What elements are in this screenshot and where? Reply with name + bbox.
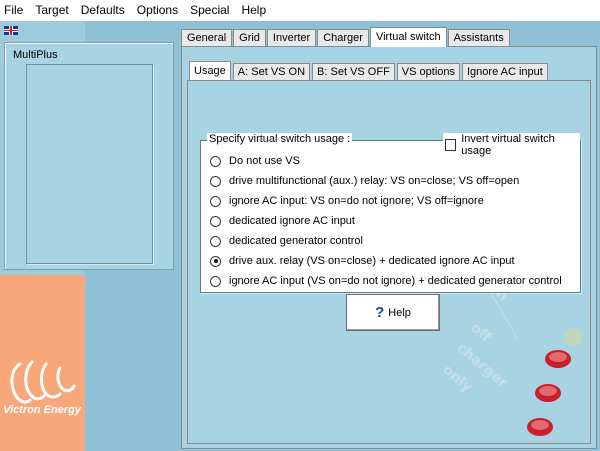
radio-button[interactable] xyxy=(210,275,221,287)
radio-label: dedicated generator control xyxy=(229,235,363,247)
device-name: MultiPlus xyxy=(13,49,58,61)
radio-button[interactable] xyxy=(210,155,221,167)
radio-label: Do not use VS xyxy=(229,155,300,167)
checkbox-box[interactable] xyxy=(445,139,457,151)
radio-ignore-ac-plus-generator[interactable]: ignore AC input (VS on=do not ignore) + … xyxy=(210,275,562,287)
brand-name: Victron Energy xyxy=(3,404,81,416)
question-icon: ? xyxy=(375,304,385,321)
menu-options[interactable]: Options xyxy=(131,0,184,21)
menu-special[interactable]: Special xyxy=(184,0,235,21)
radio-button[interactable] xyxy=(210,235,221,247)
group-title: Specify virtual switch usage : xyxy=(207,133,353,145)
radio-label: ignore AC input (VS on=do not ignore) + … xyxy=(229,275,562,287)
uk-flag-icon[interactable] xyxy=(4,26,18,35)
menu-bar: File Target Defaults Options Special Hel… xyxy=(0,0,600,21)
tab-inverter[interactable]: Inverter xyxy=(266,29,317,47)
radio-dedicated-generator-control[interactable]: dedicated generator control xyxy=(210,235,363,247)
radio-drive-multifunctional-relay[interactable]: drive multifunctional (aux.) relay: VS o… xyxy=(210,175,519,187)
virtual-switch-usage-group: Specify virtual switch usage : Invert vi… xyxy=(200,133,581,293)
radio-dedicated-ignore-ac-input[interactable]: dedicated ignore AC input xyxy=(210,215,355,227)
radio-label: dedicated ignore AC input xyxy=(229,215,355,227)
menu-defaults[interactable]: Defaults xyxy=(75,0,131,21)
tab-general[interactable]: General xyxy=(181,29,233,47)
invert-vs-usage-checkbox[interactable]: Invert virtual switch usage xyxy=(443,133,580,157)
main-tabs: General Grid Inverter Charger Virtual sw… xyxy=(181,27,511,47)
radio-aux-relay-plus-ignore-ac[interactable]: drive aux. relay (VS on=close) + dedicat… xyxy=(210,255,515,267)
subtab-ignore-ac-input[interactable]: Ignore AC input xyxy=(462,63,548,80)
tab-charger[interactable]: Charger xyxy=(317,29,369,47)
subtab-set-vs-on[interactable]: A: Set VS ON xyxy=(232,63,311,80)
menu-file[interactable]: File xyxy=(0,0,29,21)
bg-text-only: only xyxy=(439,362,475,396)
invert-label: Invert virtual switch usage xyxy=(461,133,555,157)
device-panel: MultiPlus xyxy=(4,42,174,270)
tab-assistants[interactable]: Assistants xyxy=(447,29,510,47)
menu-target[interactable]: Target xyxy=(29,0,74,21)
bg-text-off: off xyxy=(467,320,494,346)
subtab-set-vs-off[interactable]: B: Set VS OFF xyxy=(312,63,395,80)
tab-grid[interactable]: Grid xyxy=(233,29,266,47)
radio-label: drive multifunctional (aux.) relay: VS o… xyxy=(229,175,520,187)
help-label: Help xyxy=(388,306,411,319)
radio-button[interactable] xyxy=(210,175,221,187)
help-button[interactable]: ? Help xyxy=(346,294,440,331)
radio-label: ignore AC input: VS on=do not ignore; VS… xyxy=(229,195,484,207)
usage-panel: on off charger only Specify virtual swit… xyxy=(187,80,591,444)
virtual-switch-panel: Usage A: Set VS ON B: Set VS OFF VS opti… xyxy=(181,46,597,449)
device-image-area xyxy=(26,64,153,264)
radio-label: drive aux. relay (VS on=close) + dedicat… xyxy=(229,255,515,267)
radio-button-selected[interactable] xyxy=(210,255,221,267)
radio-do-not-use-vs[interactable]: Do not use VS xyxy=(210,155,300,167)
radio-ignore-ac-input[interactable]: ignore AC input: VS on=do not ignore; VS… xyxy=(210,195,484,207)
sub-tabs: Usage A: Set VS ON B: Set VS OFF VS opti… xyxy=(189,61,550,80)
radio-button[interactable] xyxy=(210,215,221,227)
tab-virtual-switch[interactable]: Virtual switch xyxy=(369,27,447,47)
subtab-usage[interactable]: Usage xyxy=(189,61,231,80)
menu-help[interactable]: Help xyxy=(235,0,272,21)
subtab-vs-options[interactable]: VS options xyxy=(396,63,460,80)
radio-button[interactable] xyxy=(210,195,221,207)
